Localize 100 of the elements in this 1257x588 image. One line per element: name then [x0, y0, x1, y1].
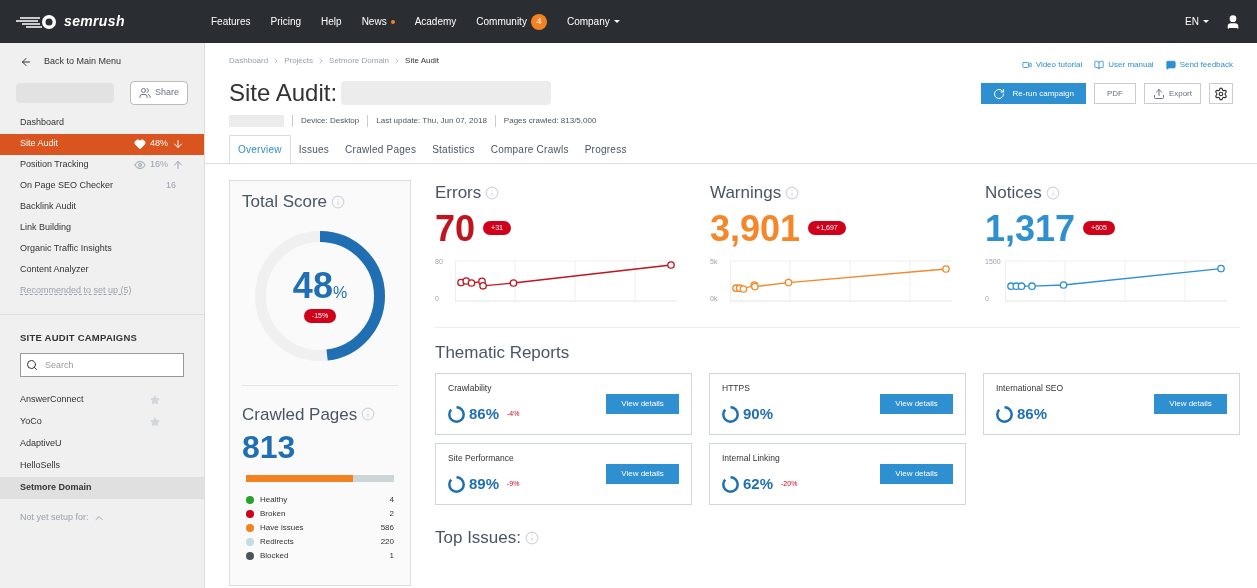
- sidebar-item[interactable]: On Page SEO Checker 16: [0, 175, 204, 197]
- tab[interactable]: Overview: [229, 135, 291, 163]
- metric-value: 16: [166, 179, 176, 193]
- score-value: 48: [292, 267, 333, 304]
- info-icon[interactable]: [785, 185, 800, 200]
- export-button[interactable]: Export: [1143, 83, 1201, 104]
- back-arrow-icon: [20, 55, 32, 68]
- card-title: Crawled Pages: [242, 403, 358, 426]
- book-icon: [1094, 60, 1105, 70]
- nav-link[interactable]: News: [361, 14, 395, 29]
- info-icon[interactable]: [485, 185, 500, 200]
- user-icon[interactable]: [1225, 13, 1241, 30]
- people-icon: [138, 86, 151, 99]
- view-details-button[interactable]: View details: [880, 394, 953, 414]
- tab[interactable]: Statistics: [424, 135, 483, 163]
- sidebar-item[interactable]: Dashboard: [0, 112, 204, 134]
- sidebar-item[interactable]: Backlink Audit: [0, 196, 204, 218]
- legend-label: Broken: [260, 508, 286, 520]
- info-icon[interactable]: [525, 530, 539, 545]
- star-icon[interactable]: [150, 394, 160, 405]
- tab[interactable]: Progress: [576, 135, 635, 163]
- progress-ring-icon: [722, 405, 739, 423]
- report-score: 86%: [1017, 403, 1048, 424]
- report-title: International SEO: [996, 382, 1064, 395]
- back-link[interactable]: Back to Main Menu: [0, 51, 204, 73]
- language-menu[interactable]: EN: [1185, 14, 1209, 29]
- nav-link[interactable]: Company: [566, 14, 620, 29]
- nav-link[interactable]: Academy: [414, 14, 457, 29]
- breadcrumb[interactable]: Site Audit: [405, 55, 439, 67]
- report-score: 62%: [743, 473, 774, 494]
- speech-bubble-icon: [1165, 60, 1176, 70]
- progress-ring-icon: [448, 475, 465, 493]
- metric-value: 48%: [150, 137, 168, 151]
- sidebar-item[interactable]: Site Audit 48%: [0, 133, 204, 155]
- legend-label: Blocked: [260, 550, 289, 562]
- share-button[interactable]: Share: [129, 80, 188, 105]
- section-title: SITE AUDIT CAMPAIGNS: [20, 330, 139, 345]
- section-title: Thematic Reports: [435, 341, 571, 364]
- campaign-item[interactable]: AnswerConnect: [0, 388, 204, 411]
- pdf-button[interactable]: PDF: [1093, 83, 1136, 104]
- progress-ring-icon: [722, 475, 739, 493]
- view-details-button[interactable]: View details: [606, 394, 679, 414]
- report-score: 89%: [469, 473, 500, 494]
- metric-value: 16%: [150, 158, 168, 172]
- meta-info: Last update: Thu, Jun 07, 2018: [367, 115, 495, 127]
- sidebar-item[interactable]: Position Tracking 16%: [0, 154, 204, 176]
- tab[interactable]: Crawled Pages: [337, 135, 425, 163]
- legend-label: Have issues: [260, 522, 304, 534]
- sidebar-item[interactable]: Organic Traffic Insights: [0, 238, 204, 260]
- heart-icon: [134, 138, 146, 150]
- card-title: Total Score: [242, 191, 328, 213]
- sidebar-item[interactable]: Link Building: [0, 217, 204, 239]
- report-title: Site Performance: [448, 452, 515, 465]
- search-field[interactable]: Search: [20, 352, 184, 377]
- campaign-item[interactable]: AdaptiveU: [0, 432, 204, 455]
- nav-link[interactable]: Pricing: [270, 14, 302, 29]
- view-details-button[interactable]: View details: [1154, 394, 1227, 414]
- campaign-item[interactable]: Setmore Domain: [0, 476, 204, 499]
- tab[interactable]: Compare Crawls: [482, 135, 577, 163]
- metric-title: Errors: [435, 182, 482, 204]
- score-unit: %: [332, 283, 348, 303]
- eye-icon: [134, 159, 146, 171]
- meta-info: Device: Desktop: [292, 115, 368, 127]
- crawled-count: 813: [242, 428, 297, 467]
- feedback-link[interactable]: Send feedback: [1165, 59, 1233, 71]
- legend-count: 2: [389, 508, 394, 520]
- report-score: 86%: [469, 403, 500, 424]
- legend-count: 586: [380, 522, 394, 534]
- star-icon[interactable]: [150, 416, 160, 427]
- info-icon[interactable]: [1045, 185, 1060, 200]
- rerun-button[interactable]: Re-run campaign: [980, 83, 1086, 104]
- refresh-icon: [992, 87, 1005, 100]
- nav-link[interactable]: Community 4: [476, 13, 547, 30]
- nav-link[interactable]: Features: [211, 14, 251, 29]
- legend-label: Redirects: [260, 536, 294, 548]
- campaign-item[interactable]: YoCo: [0, 410, 204, 433]
- tab[interactable]: Issues: [290, 135, 338, 163]
- campaign-item[interactable]: HelloSells: [0, 454, 204, 477]
- meta-info: Pages crawled: 813/5,000: [494, 115, 605, 127]
- nav-link[interactable]: Help: [321, 14, 342, 29]
- metric-value: 1,317: [985, 206, 1076, 251]
- info-icon[interactable]: [361, 407, 376, 422]
- sidebar-item[interactable]: Content Analyzer: [0, 259, 204, 281]
- legend-label: Healthy: [260, 494, 288, 506]
- report-title: Internal Linking: [722, 452, 781, 465]
- report-score: 90%: [743, 403, 774, 424]
- view-details-button[interactable]: View details: [606, 464, 679, 484]
- metric-value: 3,901: [710, 206, 801, 251]
- legend-count: 4: [389, 494, 394, 506]
- settings-icon: [1214, 86, 1228, 101]
- report-title: Crawlability: [448, 382, 493, 395]
- progress-ring-icon: [448, 405, 465, 423]
- metric-value: 70: [435, 206, 476, 251]
- user-manual-link[interactable]: User manual: [1094, 59, 1154, 71]
- page-title: Site Audit:: [229, 78, 338, 108]
- video-tutorial-link[interactable]: Video tutorial: [1021, 59, 1083, 71]
- info-icon[interactable]: [331, 194, 346, 209]
- settings-button[interactable]: [1209, 83, 1233, 104]
- view-details-button[interactable]: View details: [880, 464, 953, 484]
- video-camera-icon: [1021, 60, 1032, 70]
